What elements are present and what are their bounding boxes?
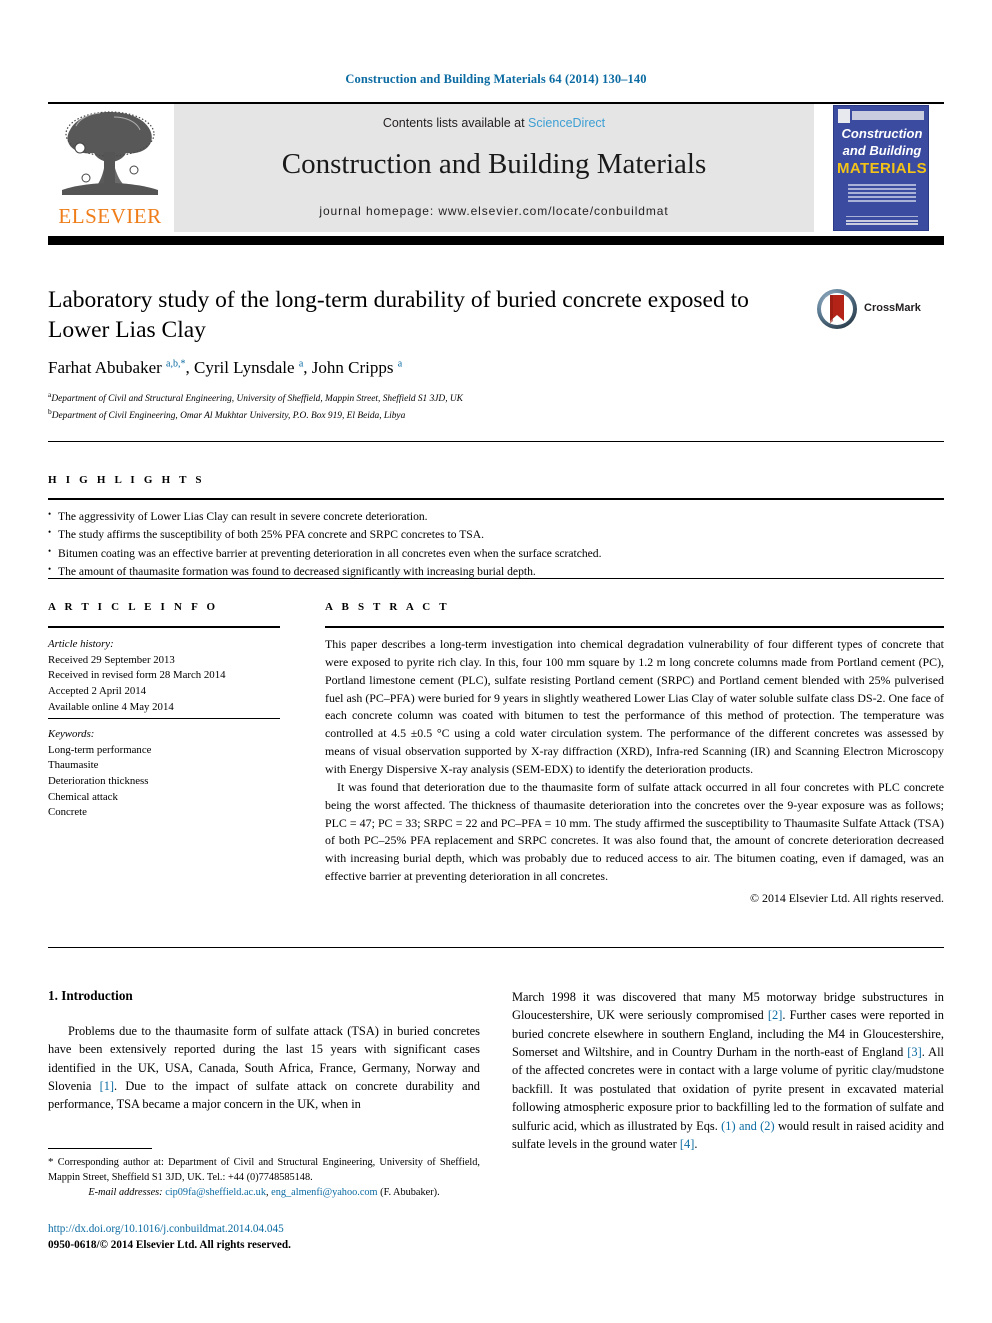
- crossmark-label: CrossMark: [864, 302, 921, 314]
- cover-top-bar: [852, 111, 924, 120]
- keywords-label: Keywords:: [48, 728, 95, 740]
- list-item: The aggressivity of Lower Lias Clay can …: [48, 507, 944, 526]
- divider-info: [48, 626, 280, 628]
- introduction-text-right: March 1998 it was discovered that many M…: [512, 988, 944, 1153]
- affiliation-list: aDepartment of Civil and Structural Engi…: [48, 390, 808, 424]
- article-history-item: Received 29 September 2013: [48, 653, 175, 666]
- header-bottom-bar: [48, 236, 944, 245]
- article-info-heading: A R T I C L E I N F O: [48, 601, 219, 613]
- affiliation-text-a: Department of Civil and Structural Engin…: [51, 394, 463, 405]
- elsevier-logo: ELSEVIER: [48, 104, 172, 232]
- divider-highlights-bottom: [48, 578, 944, 579]
- keyword-item: Chemical attack: [48, 790, 118, 803]
- crossmark-badge[interactable]: CrossMark: [816, 288, 936, 332]
- author-list: Farhat Abubaker a,b,*, Cyril Lynsdale a,…: [48, 358, 403, 377]
- corresponding-author-footnote: * Corresponding author at: Department of…: [48, 1154, 480, 1200]
- cover-line-1: Construction: [841, 126, 923, 141]
- journal-title: Construction and Building Materials: [281, 148, 707, 180]
- abstract-heading: A B S T R A C T: [325, 601, 450, 613]
- introduction-text-left: Problems due to the thaumasite form of s…: [48, 1022, 480, 1114]
- journal-article-page: Construction and Building Materials 64 (…: [0, 0, 992, 1323]
- paragraph: March 1998 it was discovered that many M…: [512, 990, 944, 1151]
- journal-cover-thumbnail: Construction and Building MATERIALS: [818, 104, 944, 232]
- issn-copyright-line: 0950-0618/© 2014 Elsevier Ltd. All right…: [48, 1238, 291, 1251]
- keyword-item: Long-term performance: [48, 743, 152, 756]
- abstract-paragraph-1: This paper describes a long-term investi…: [325, 637, 944, 777]
- contents-lists-line: Contents lists available at ScienceDirec…: [174, 116, 814, 130]
- email-line: E-mail addresses: cip09fa@sheffield.ac.u…: [48, 1185, 480, 1200]
- journal-homepage-line[interactable]: journal homepage: www.elsevier.com/locat…: [174, 204, 814, 218]
- abstract-body: This paper describes a long-term investi…: [325, 636, 944, 908]
- highlights-items: The aggressivity of Lower Lias Clay can …: [48, 507, 944, 581]
- contents-prefix: Contents lists available at: [382, 116, 529, 130]
- article-history-item: Available online 4 May 2014: [48, 700, 174, 713]
- divider-keywords: [48, 718, 280, 719]
- list-item: Bitumen coating was an effective barrier…: [48, 544, 944, 563]
- running-head: Construction and Building Materials 64 (…: [345, 72, 647, 86]
- doi-block: http://dx.doi.org/10.1016/j.conbuildmat.…: [48, 1222, 480, 1254]
- cover-elsevier-mark: [838, 109, 850, 123]
- elsevier-tree-icon: [62, 111, 158, 195]
- journal-title-box: Contents lists available at ScienceDirec…: [174, 104, 814, 232]
- section-heading-introduction: 1. Introduction: [48, 988, 133, 1003]
- article-history-item: Received in revised form 28 March 2014: [48, 669, 226, 682]
- cover-footer-lines: [846, 216, 918, 226]
- body-column-right: March 1998 it was discovered that many M…: [512, 988, 944, 1153]
- cover-art: Construction and Building MATERIALS: [833, 105, 929, 231]
- page-title: Laboratory study of the long-term durabi…: [48, 287, 749, 344]
- cover-line-2: and Building: [842, 143, 922, 158]
- cover-blurb-lines: [848, 182, 916, 204]
- divider-before-body: [48, 947, 944, 948]
- footnote-rule: [48, 1148, 152, 1149]
- email-addresses[interactable]: cip09fa@sheffield.ac.uk, eng_almenfi@yah…: [165, 1187, 439, 1198]
- journal-header-band: ELSEVIER Contents lists available at Sci…: [48, 104, 944, 232]
- elsevier-wordmark: ELSEVIER: [58, 204, 162, 228]
- article-history-label: Article history:: [48, 638, 114, 650]
- highlights-heading: H I G H L I G H T S: [48, 474, 205, 486]
- affiliation-a: aDepartment of Civil and Structural Engi…: [48, 390, 808, 407]
- keyword-item: Thaumasite: [48, 759, 99, 772]
- divider-abstract: [325, 626, 944, 628]
- affiliation-text-b: Department of Civil Engineering, Omar Al…: [51, 410, 406, 421]
- keyword-item: Deterioration thickness: [48, 774, 149, 787]
- abstract-copyright: © 2014 Elsevier Ltd. All rights reserved…: [750, 891, 944, 906]
- sciencedirect-link[interactable]: ScienceDirect: [528, 116, 605, 130]
- article-history-item: Accepted 2 April 2014: [48, 684, 147, 697]
- crossmark-icon: [817, 289, 857, 329]
- keyword-item: Concrete: [48, 806, 87, 819]
- list-item: The study affirms the susceptibility of …: [48, 525, 944, 544]
- email-label: E-mail addresses:: [88, 1187, 163, 1199]
- paragraph: Problems due to the thaumasite form of s…: [48, 1024, 480, 1112]
- cover-line-3: MATERIALS: [837, 160, 927, 177]
- doi-link[interactable]: http://dx.doi.org/10.1016/j.conbuildmat.…: [48, 1222, 480, 1238]
- corresponding-author-text: * Corresponding author at: Department of…: [48, 1156, 480, 1184]
- keywords-block: Keywords: Long-term performance Thaumasi…: [48, 727, 280, 821]
- highlights-list: The aggressivity of Lower Lias Clay can …: [48, 507, 944, 581]
- abstract-paragraph-2: It was found that deterioration due to t…: [325, 779, 944, 884]
- divider-after-authors: [48, 441, 944, 442]
- body-column-left: 1. Introduction Problems due to the thau…: [48, 988, 480, 1114]
- article-history: Article history: Received 29 September 2…: [48, 637, 280, 715]
- affiliation-b: bDepartment of Civil Engineering, Omar A…: [48, 407, 808, 424]
- divider-highlights-top: [48, 498, 944, 500]
